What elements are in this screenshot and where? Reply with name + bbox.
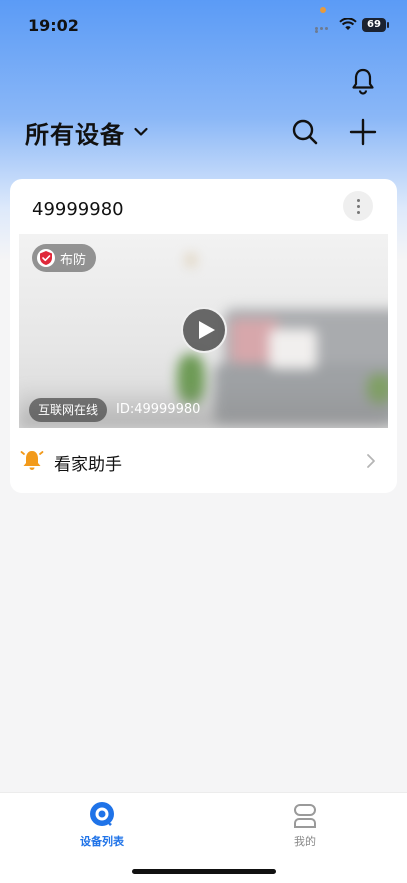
home-assistant-row[interactable]: 看家助手 <box>10 439 397 483</box>
more-options-icon[interactable] <box>343 191 373 221</box>
alarm-bell-icon <box>20 451 44 470</box>
shield-icon <box>37 249 55 267</box>
wifi-icon <box>339 18 357 30</box>
arm-status-label: 布防 <box>60 252 87 268</box>
plus-icon[interactable] <box>348 117 378 147</box>
page-title: 所有设备 <box>25 120 125 149</box>
arm-status-badge[interactable]: 布防 <box>32 244 97 272</box>
device-list-icon <box>90 802 114 826</box>
tab-device-list[interactable]: 设备列表 <box>52 801 152 849</box>
status-bar: 19:02 69 <box>0 0 407 50</box>
tab-device-list-label: 设备列表 <box>80 835 124 848</box>
device-name: 49999980 <box>32 199 124 220</box>
play-icon <box>199 321 215 339</box>
search-icon[interactable] <box>290 117 320 147</box>
tab-mine[interactable]: 我的 <box>255 801 355 849</box>
home-assistant-label: 看家助手 <box>54 455 122 475</box>
play-button[interactable] <box>181 307 227 353</box>
device-id-label: ID:49999980 <box>116 402 201 417</box>
home-indicator[interactable] <box>132 869 276 874</box>
device-group-selector[interactable]: 所有设备 <box>25 114 149 150</box>
chevron-right-icon <box>367 454 375 468</box>
bell-icon[interactable] <box>350 67 376 95</box>
chevron-down-icon <box>134 127 148 136</box>
battery-icon: 69 <box>362 18 386 32</box>
device-card[interactable]: 49999980 布防 互联网在线 ID:49999980 看家助手 <box>10 179 397 493</box>
battery-tip <box>387 22 389 28</box>
camera-preview[interactable]: 布防 互联网在线 ID:49999980 <box>19 234 388 428</box>
connection-status-badge: 互联网在线 <box>29 398 108 422</box>
profile-icon <box>294 804 316 828</box>
status-time: 19:02 <box>28 16 79 35</box>
tab-mine-label: 我的 <box>294 835 316 848</box>
cellular-signal-icon <box>315 27 333 33</box>
camera-indicator-dot <box>320 7 326 13</box>
